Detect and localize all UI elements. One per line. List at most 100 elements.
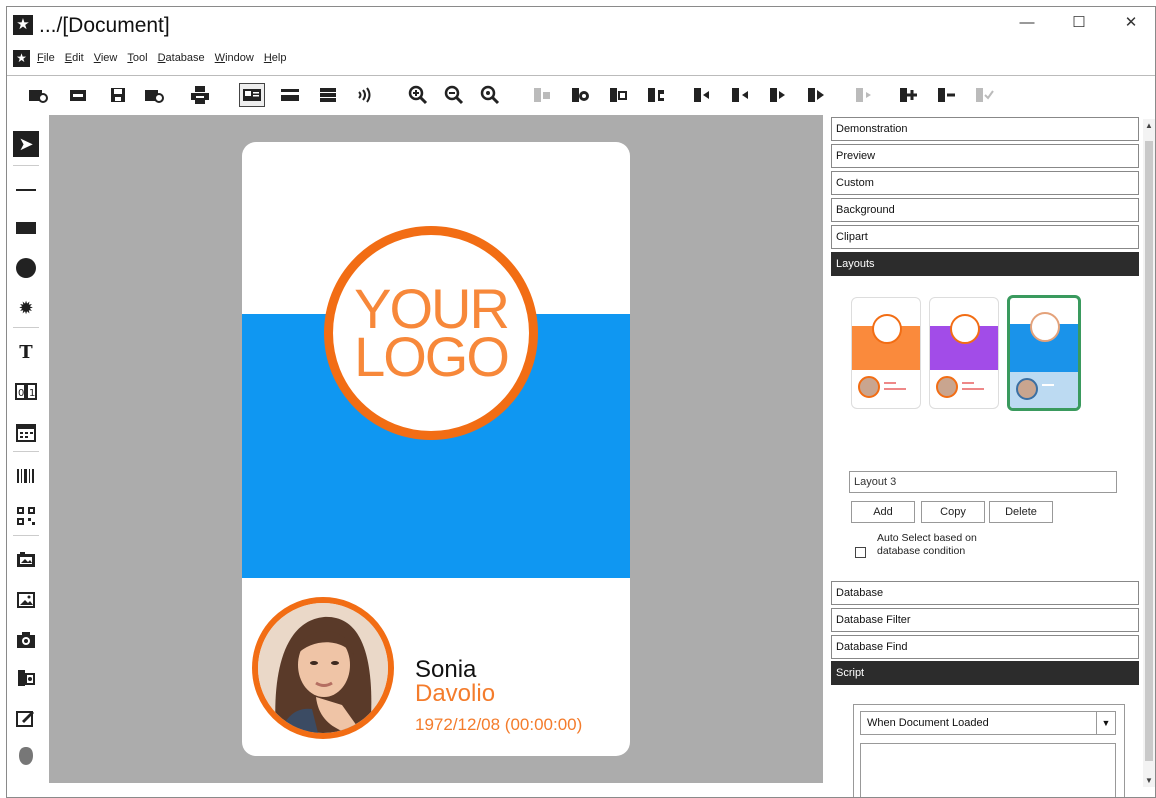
- layout-thumbnail-2[interactable]: [929, 297, 999, 409]
- menu-file[interactable]: File: [37, 52, 55, 64]
- image-frame-tool-icon[interactable]: [13, 547, 39, 573]
- signature-tool-icon[interactable]: [13, 705, 39, 731]
- select-arrow-icon[interactable]: ➤: [13, 131, 39, 157]
- logo-placeholder[interactable]: YOUR LOGO: [324, 226, 538, 440]
- open-document-icon[interactable]: [65, 83, 91, 107]
- rectangle-tool-icon[interactable]: [13, 215, 39, 241]
- card-back-icon[interactable]: [277, 83, 303, 107]
- section-custom[interactable]: Custom: [831, 171, 1139, 195]
- menu-help[interactable]: Help: [264, 52, 287, 64]
- thumb-logo: [1030, 312, 1060, 342]
- maximize-button[interactable]: ☐: [1059, 11, 1099, 35]
- star-shape-tool-icon[interactable]: ✹: [13, 295, 39, 321]
- script-editor: When Document Loaded ▼: [853, 704, 1125, 797]
- right-panel-scrollbar[interactable]: ▲ ▼: [1143, 119, 1155, 787]
- camera-tool-icon[interactable]: [13, 627, 39, 653]
- save-as-icon[interactable]: [141, 83, 167, 107]
- section-database-filter[interactable]: Database Filter: [831, 608, 1139, 632]
- toolbox-divider: [13, 535, 39, 536]
- window-title: .../[Document]: [39, 14, 170, 37]
- section-demonstration[interactable]: Demonstration: [831, 117, 1139, 141]
- logo-text-line2: LOGO: [354, 325, 510, 388]
- section-preview[interactable]: Preview: [831, 144, 1139, 168]
- calendar-tool-icon[interactable]: [13, 419, 39, 445]
- thumb-photo: [858, 376, 880, 398]
- id-card[interactable]: YOUR LOGO Sonia Davolio 1972/12/08 (00:0…: [242, 142, 630, 756]
- menu-tool[interactable]: Tool: [127, 52, 147, 64]
- title-bar: ★ .../[Document] — ☐ ✕: [7, 7, 1155, 43]
- zoom-out-icon[interactable]: [441, 83, 467, 107]
- group-icon[interactable]: [643, 83, 669, 107]
- copy-layout-button[interactable]: Copy: [921, 501, 985, 523]
- remove-object-icon[interactable]: [933, 83, 959, 107]
- new-document-icon[interactable]: [25, 83, 51, 107]
- layout-name-input[interactable]: Layout 3: [849, 471, 1117, 493]
- birth-date-text[interactable]: 1972/12/08 (00:00:00): [415, 715, 582, 735]
- send-back-icon[interactable]: [605, 83, 631, 107]
- menu-star-icon: ★: [13, 50, 30, 67]
- section-script[interactable]: Script: [831, 661, 1139, 685]
- print-icon[interactable]: [187, 83, 213, 107]
- script-event-select[interactable]: When Document Loaded ▼: [860, 711, 1116, 735]
- save-icon[interactable]: [105, 83, 131, 107]
- line-tool-icon[interactable]: [13, 177, 39, 203]
- webcam-tool-icon[interactable]: [13, 665, 39, 691]
- section-layouts[interactable]: Layouts: [831, 252, 1139, 276]
- magnetic-stripe-icon[interactable]: [315, 83, 341, 107]
- picture-tool-icon[interactable]: [13, 587, 39, 613]
- section-database-find[interactable]: Database Find: [831, 635, 1139, 659]
- section-database[interactable]: Database: [831, 581, 1139, 605]
- layout-thumbnail-1[interactable]: [851, 297, 921, 409]
- menu-edit[interactable]: Edit: [65, 52, 84, 64]
- card-front-icon[interactable]: [239, 83, 265, 107]
- thumb-logo: [872, 314, 902, 344]
- qr-code-tool-icon[interactable]: [13, 503, 39, 529]
- barcode-tool-icon[interactable]: [13, 463, 39, 489]
- section-background[interactable]: Background: [831, 198, 1139, 222]
- thumb-text: [962, 382, 974, 384]
- toolbox-divider: [13, 451, 39, 452]
- close-button[interactable]: ✕: [1111, 11, 1151, 35]
- ellipse-tool-icon[interactable]: [13, 255, 39, 281]
- contactless-icon[interactable]: [351, 83, 377, 107]
- text-tool-icon[interactable]: T: [13, 339, 39, 365]
- scroll-up-icon[interactable]: ▲: [1143, 121, 1155, 130]
- auto-select-label: Auto Select based on database condition: [877, 532, 977, 557]
- portrait-photo[interactable]: [252, 597, 394, 739]
- right-panel: Demonstration Preview Custom Background …: [829, 115, 1145, 797]
- chevron-down-icon[interactable]: ▼: [1096, 712, 1115, 734]
- fingerprint-tool-icon[interactable]: [13, 743, 39, 769]
- main-toolbar: [21, 81, 1155, 109]
- menu-separator: [7, 75, 1155, 76]
- lock-disabled-icon[interactable]: [851, 83, 877, 107]
- minimize-button[interactable]: —: [1007, 11, 1047, 35]
- add-object-icon[interactable]: [895, 83, 921, 107]
- thumb-text: [1042, 384, 1054, 386]
- section-clipart[interactable]: Clipart: [831, 225, 1139, 249]
- script-event-value: When Document Loaded: [867, 717, 989, 729]
- counter-tool-icon[interactable]: 01: [13, 379, 39, 405]
- bring-front-icon[interactable]: [567, 83, 593, 107]
- check-disabled-icon[interactable]: [971, 83, 997, 107]
- delete-layout-button[interactable]: Delete: [989, 501, 1053, 523]
- layer-tool-icon[interactable]: [529, 83, 555, 107]
- layout-thumbnail-3[interactable]: [1007, 295, 1081, 411]
- align-left-icon[interactable]: [689, 83, 715, 107]
- add-layout-button[interactable]: Add: [851, 501, 915, 523]
- menu-view[interactable]: View: [94, 52, 118, 64]
- menu-database[interactable]: Database: [158, 52, 205, 64]
- menu-window[interactable]: Window: [215, 52, 254, 64]
- scroll-down-icon[interactable]: ▼: [1143, 776, 1155, 785]
- auto-select-checkbox[interactable]: [855, 547, 866, 558]
- scrollbar-thumb[interactable]: [1145, 141, 1153, 761]
- thumb-text: [884, 388, 906, 390]
- toolbox-divider: [13, 165, 39, 166]
- align-right-icon[interactable]: [765, 83, 791, 107]
- zoom-in-icon[interactable]: [405, 83, 431, 107]
- left-toolbox: ➤ ✹ T 01: [7, 115, 47, 797]
- zoom-fit-icon[interactable]: [477, 83, 503, 107]
- distribute-icon[interactable]: [803, 83, 829, 107]
- script-textarea[interactable]: [860, 743, 1116, 797]
- align-center-icon[interactable]: [727, 83, 753, 107]
- last-name-text[interactable]: Davolio: [415, 680, 495, 708]
